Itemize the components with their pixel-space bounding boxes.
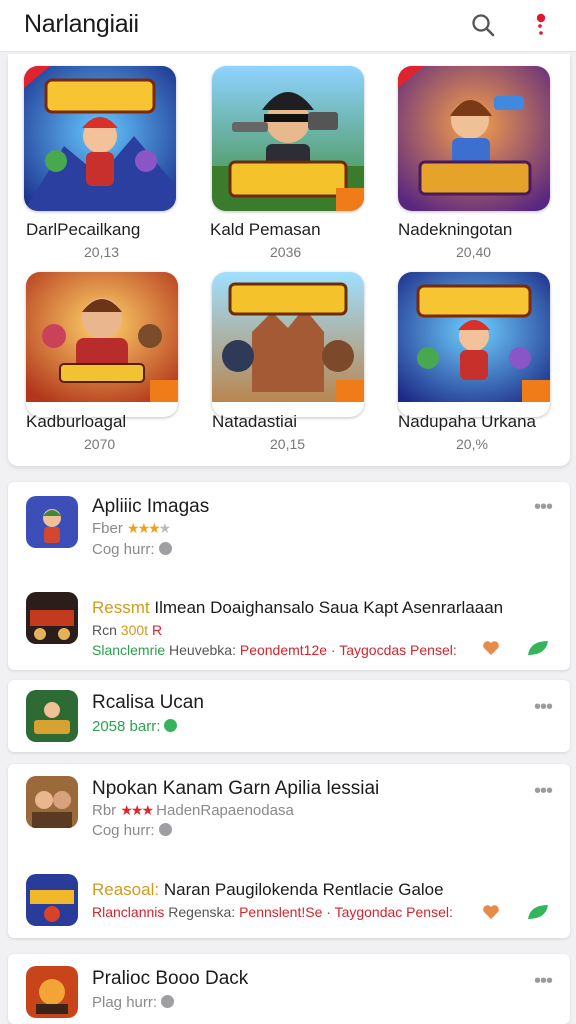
game-tile-name: DarlPecailkang [26, 220, 141, 239]
app-rating: Fber ★★★★ [92, 520, 171, 537]
game-art-image [24, 66, 176, 211]
heart-icon[interactable] [482, 904, 500, 920]
app-icon[interactable] [26, 966, 78, 1018]
app-meta: Plag hurr: [92, 994, 175, 1011]
app-meta: Cog hurr: [92, 541, 172, 558]
app-title[interactable]: Apliiic Imagas [92, 496, 209, 518]
app-icon[interactable] [26, 776, 78, 828]
app-title: Narlangiaii [24, 10, 139, 38]
promo-icon[interactable] [26, 874, 78, 926]
more-options-icon[interactable]: ••• [534, 496, 553, 519]
rating-stars: ★★★ [127, 520, 161, 536]
game-art-image [26, 272, 178, 402]
clock-icon [164, 719, 178, 732]
promo-icon[interactable] [26, 592, 78, 644]
game-tile-name: Nadekningotan [398, 220, 513, 239]
search-icon[interactable] [470, 12, 496, 38]
app-list-card: Pralioc Booo Dack Plag hurr: ••• [8, 954, 570, 1024]
game-tile-name: Kadburloagal [26, 412, 127, 431]
promo-title[interactable]: Reasoal: Naran Paugilokenda Rentlacie Ga… [92, 880, 444, 900]
game-tile-name: Kald Pemasan [210, 220, 321, 239]
game-tile[interactable] [24, 66, 176, 211]
clock-icon [161, 995, 175, 1008]
promo-title[interactable]: Ressmt Ilmean Doaighansalo Saua Kapt Ase… [92, 598, 503, 618]
promo-tags: Rlanclannis Regenska: Pennslent!Se · Tay… [92, 904, 453, 920]
app-title[interactable]: Pralioc Booo Dack [92, 968, 248, 990]
game-tile-year: 20,40 [456, 244, 492, 260]
app-list-card: Npokan Kanam Garn Apilia lessiai Rbr ★★★… [8, 764, 570, 938]
leaf-icon[interactable] [526, 903, 550, 921]
app-title[interactable]: Rcalisa Ucan [92, 692, 204, 714]
heart-icon[interactable] [482, 640, 500, 656]
promo-tags: Slanclemrie Heuvebka: Peondemt12e · Tayg… [92, 642, 457, 658]
app-icon[interactable] [26, 690, 78, 742]
app-list-card: Rcalisa Ucan 2058 barr: ••• [8, 680, 570, 752]
game-tile-year: 20,% [456, 436, 488, 452]
app-rating: Rbr ★★★ HadenRapaenodasa [92, 802, 294, 819]
rating-stars: ★★★ [120, 802, 154, 818]
game-tile[interactable] [398, 272, 550, 417]
app-bar: Narlangiaii [0, 0, 576, 52]
game-art-image [212, 272, 364, 402]
game-tile-year: 20,15 [270, 436, 306, 452]
app-meta: 2058 barr: [92, 718, 178, 735]
app-title[interactable]: Npokan Kanam Garn Apilia lessiai [92, 778, 379, 800]
game-tile[interactable] [26, 272, 178, 417]
app-icon[interactable] [26, 496, 78, 548]
game-art-image [212, 66, 364, 211]
game-tile[interactable] [212, 66, 364, 211]
app-list-card: Apliiic Imagas Fber ★★★★ Cog hurr: ••• R… [8, 482, 570, 670]
more-options-icon[interactable]: ••• [534, 696, 553, 719]
game-tile-year: 2070 [84, 436, 116, 452]
clock-icon [158, 542, 172, 555]
featured-games-grid: DarlPecailkang 20,13 Kald Pemasan 2036 N… [8, 54, 570, 466]
game-tile-year: 2036 [270, 244, 302, 260]
game-tile[interactable] [212, 272, 364, 417]
game-art-image [398, 66, 550, 211]
game-tile-year: 20,13 [84, 244, 120, 260]
game-art-image [398, 272, 550, 402]
game-tile-name: Natadastiai [212, 412, 298, 431]
game-tile-name: Nadupaha Urkana [398, 412, 536, 431]
leaf-icon[interactable] [526, 639, 550, 657]
more-vertical-icon[interactable] [530, 12, 550, 38]
promo-meta: Rcn 300t R [92, 622, 163, 638]
more-options-icon[interactable]: ••• [534, 780, 553, 803]
app-meta: Cog hurr: [92, 822, 172, 839]
game-tile[interactable] [398, 66, 550, 211]
more-options-icon[interactable]: ••• [534, 970, 553, 993]
clock-icon [158, 823, 172, 836]
